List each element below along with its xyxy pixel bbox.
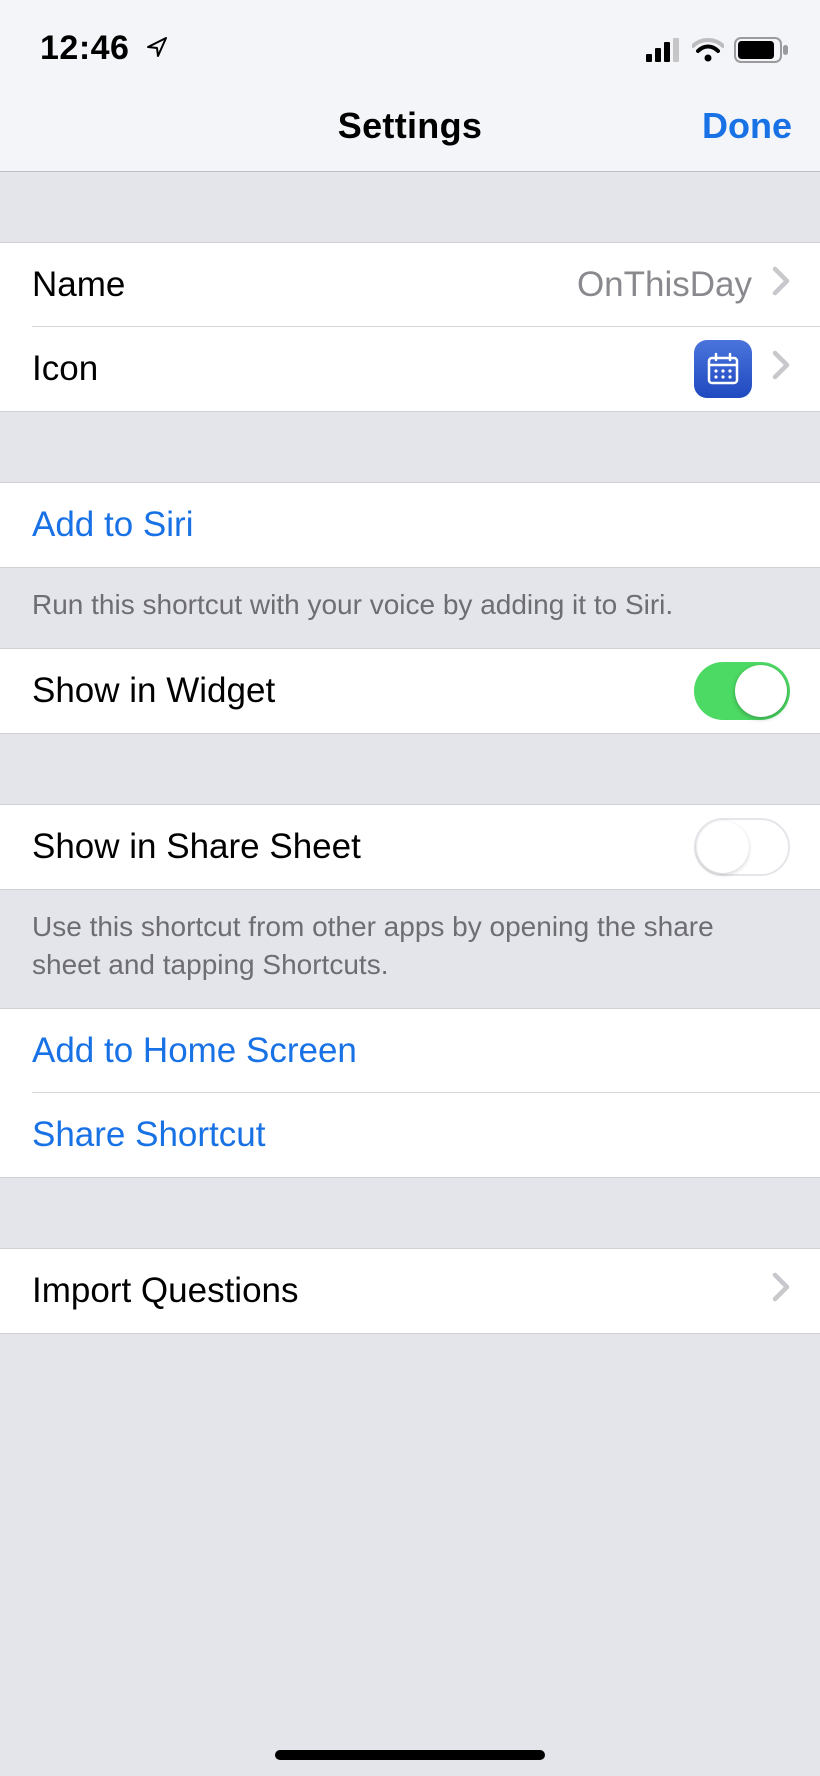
- add-home-label: Add to Home Screen: [32, 1031, 357, 1071]
- show-in-share-toggle[interactable]: [694, 818, 790, 876]
- share-shortcut-label: Share Shortcut: [32, 1115, 265, 1155]
- show-in-widget-label: Show in Widget: [32, 671, 275, 711]
- icon-label: Icon: [32, 349, 98, 389]
- group-widget: Show in Widget: [0, 648, 820, 734]
- home-indicator[interactable]: [275, 1750, 545, 1760]
- group-share-sheet: Show in Share Sheet: [0, 804, 820, 890]
- show-in-widget-toggle[interactable]: [694, 662, 790, 720]
- group-siri: Add to Siri: [0, 482, 820, 568]
- wifi-icon: [692, 38, 724, 67]
- status-bar: 12:46: [0, 0, 820, 80]
- chevron-right-icon: [772, 349, 790, 389]
- nav-bar: Settings Done: [0, 80, 820, 172]
- status-time: 12:46: [40, 29, 169, 68]
- done-button[interactable]: Done: [482, 105, 792, 147]
- share-shortcut-row[interactable]: Share Shortcut: [0, 1093, 820, 1177]
- show-in-share-label: Show in Share Sheet: [32, 827, 361, 867]
- show-in-share-row: Show in Share Sheet: [0, 805, 820, 889]
- share-footer: Use this shortcut from other apps by ope…: [0, 890, 820, 1008]
- group-import: Import Questions: [0, 1248, 820, 1334]
- group-actions: Add to Home Screen Share Shortcut: [0, 1008, 820, 1178]
- add-home-row[interactable]: Add to Home Screen: [0, 1009, 820, 1093]
- chevron-right-icon: [772, 1271, 790, 1311]
- nav-title: Settings: [338, 105, 482, 147]
- import-questions-label: Import Questions: [32, 1271, 299, 1311]
- battery-icon: [734, 37, 790, 68]
- group-identity: Name OnThisDay Icon: [0, 242, 820, 412]
- status-indicators: [646, 37, 790, 68]
- add-to-siri-label: Add to Siri: [32, 505, 193, 545]
- shortcut-calendar-icon: [694, 340, 752, 398]
- cellular-icon: [646, 38, 682, 67]
- icon-row[interactable]: Icon: [0, 327, 820, 411]
- siri-footer: Run this shortcut with your voice by add…: [0, 568, 820, 648]
- location-arrow-icon: [145, 29, 169, 68]
- add-to-siri-row[interactable]: Add to Siri: [0, 483, 820, 567]
- chevron-right-icon: [772, 265, 790, 305]
- name-row[interactable]: Name OnThisDay: [0, 243, 820, 327]
- status-time-text: 12:46: [40, 29, 129, 68]
- import-questions-row[interactable]: Import Questions: [0, 1249, 820, 1333]
- show-in-widget-row: Show in Widget: [0, 649, 820, 733]
- name-label: Name: [32, 265, 125, 305]
- name-value: OnThisDay: [577, 265, 752, 305]
